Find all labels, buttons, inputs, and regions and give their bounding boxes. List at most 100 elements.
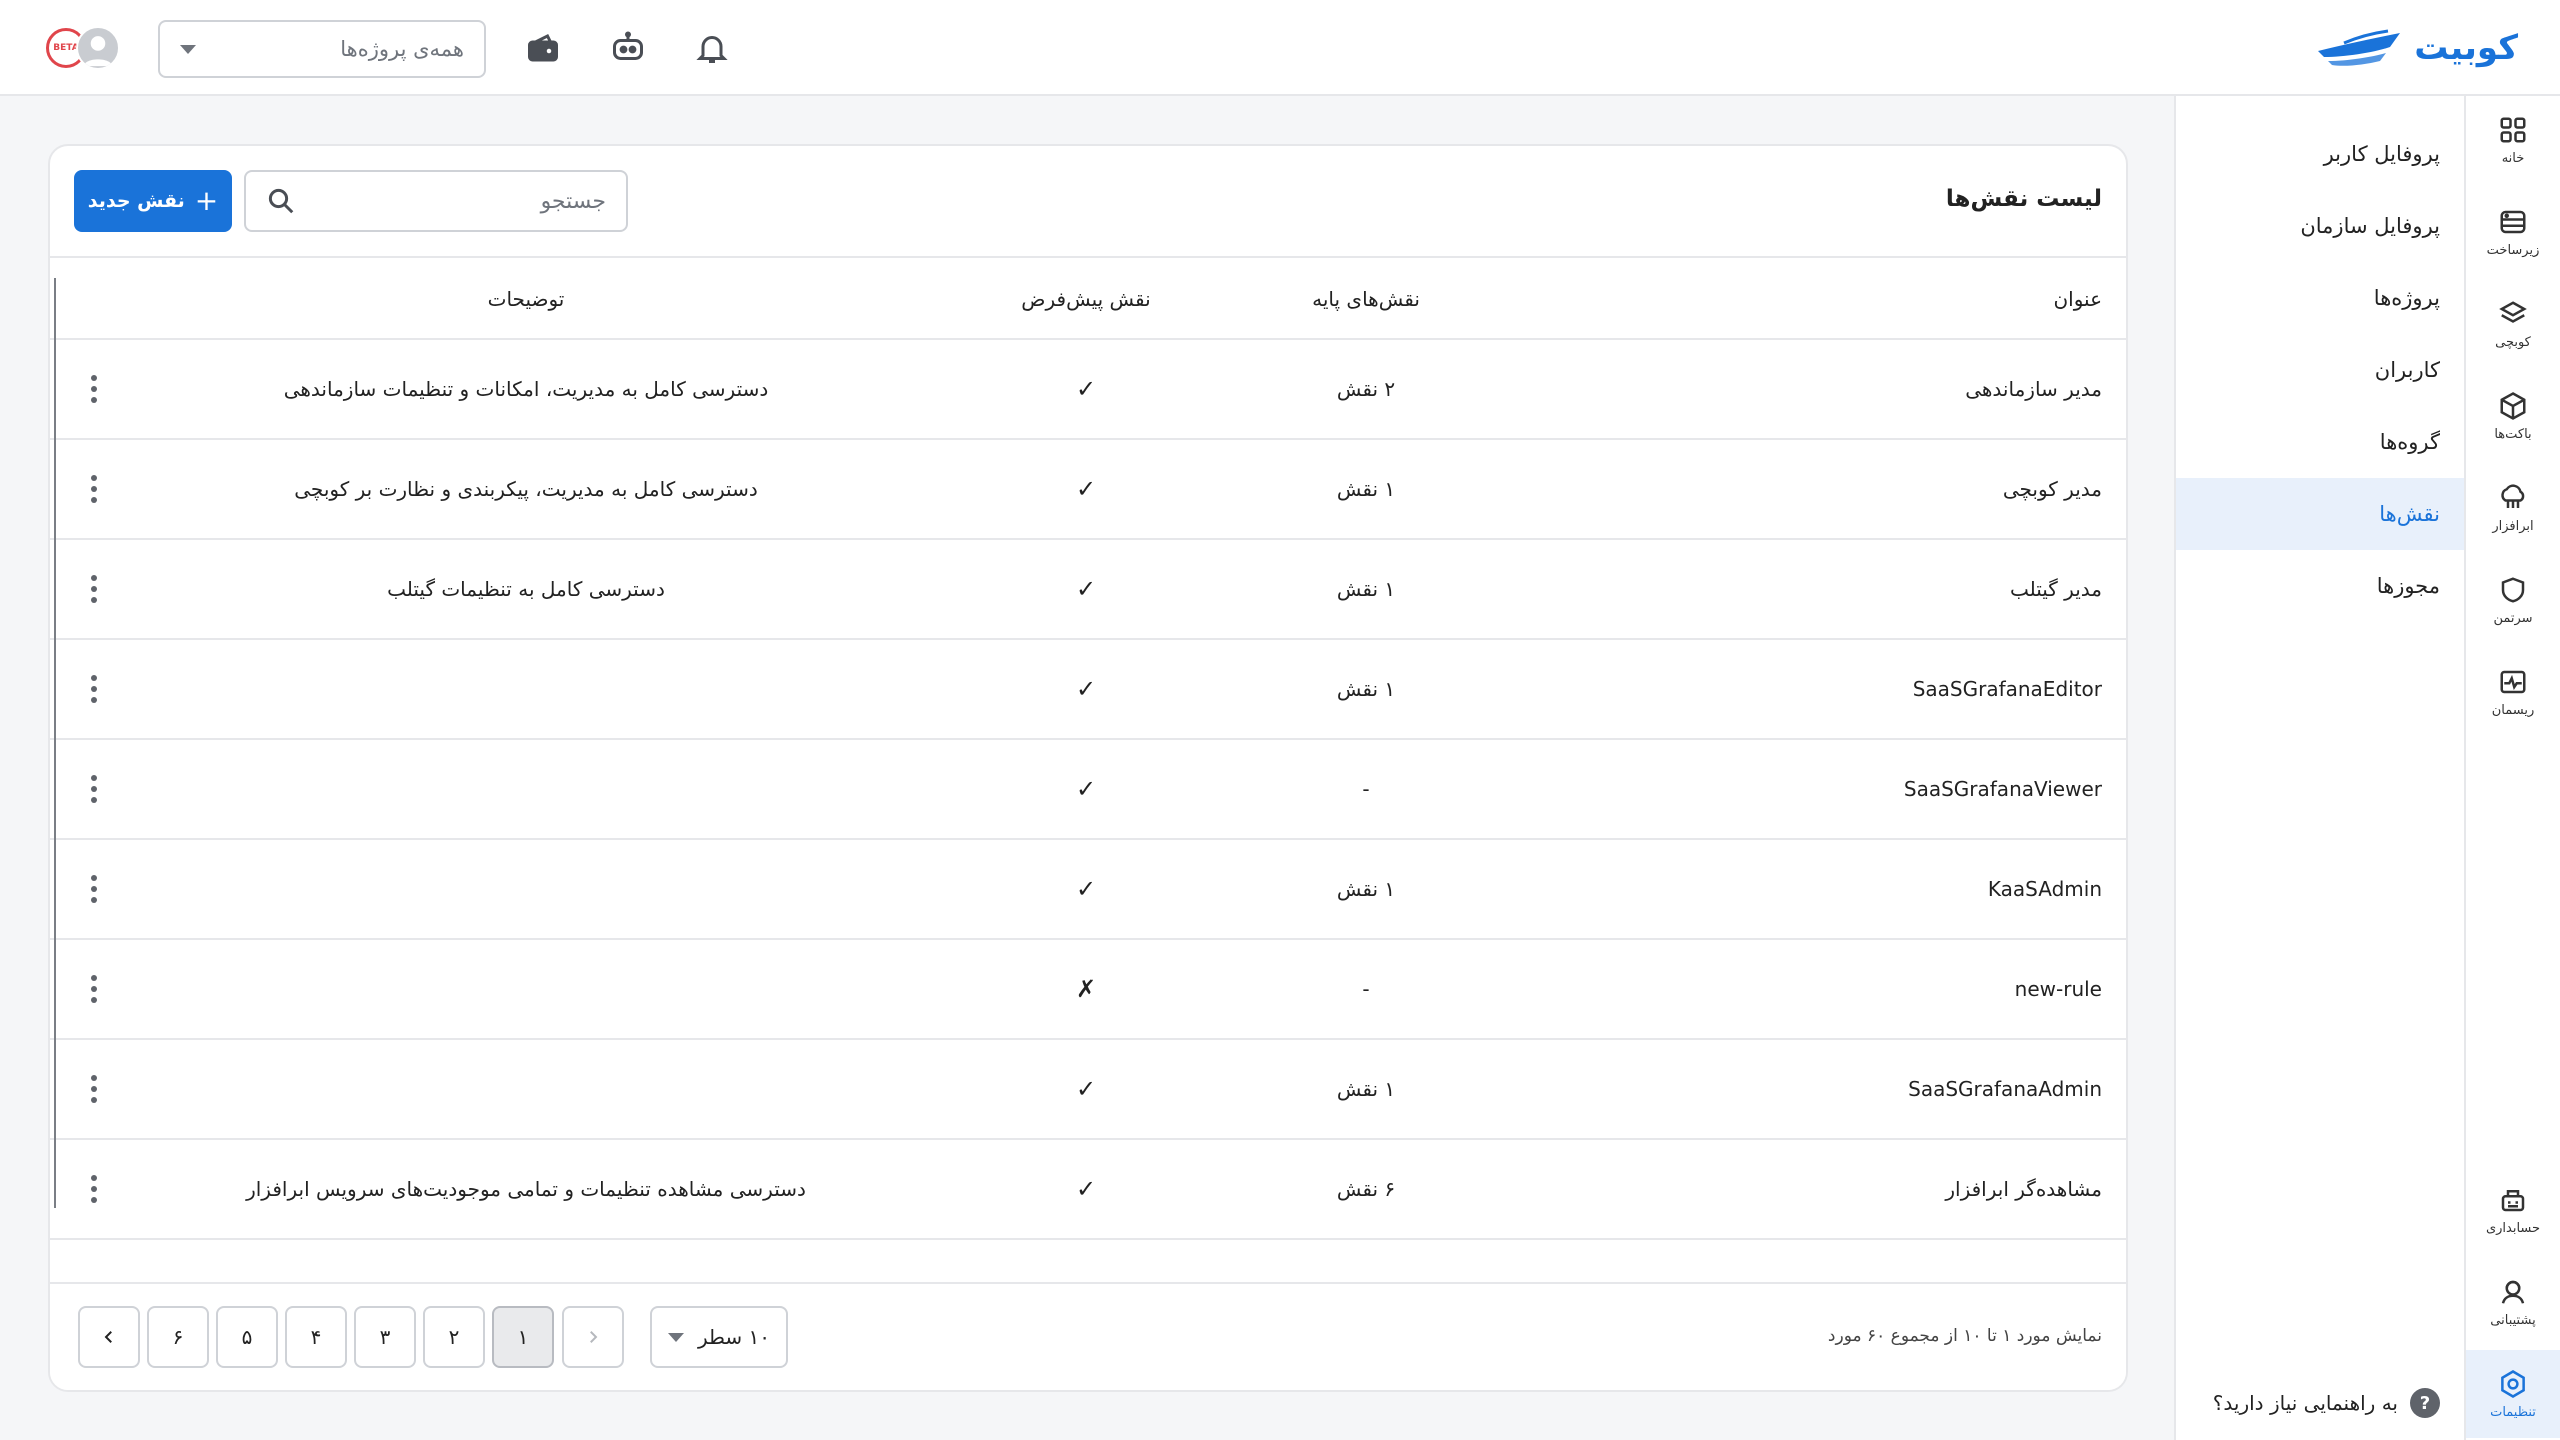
page-button-3[interactable]: ۳	[354, 1306, 416, 1368]
submenu-item-user-profile[interactable]: پروفایل کاربر	[2176, 118, 2464, 190]
table-footer: نمایش مورد ۱ تا ۱۰ از مجموع ۶۰ مورد ۱۰ س…	[50, 1282, 2126, 1390]
rail-item-home[interactable]: خانه	[2466, 96, 2560, 184]
row-description: دسترسی کامل به مدیریت، امکانات و تنظیمات…	[283, 377, 769, 401]
row-description	[166, 840, 886, 938]
table-row[interactable]: مدیر کوبچی ۱ نقش ✓ دسترسی کامل به مدیریت…	[50, 440, 2126, 540]
next-page-button[interactable]	[78, 1306, 140, 1368]
row-base-roles: ۱ نقش	[1336, 877, 1396, 901]
kebab-icon	[91, 675, 97, 703]
brand-logo[interactable]: کوبیت	[2314, 24, 2518, 72]
row-base-roles: ۱ نقش	[1336, 577, 1396, 601]
kebab-icon	[91, 575, 97, 603]
row-default-check: ✓	[1075, 775, 1097, 803]
table-row[interactable]: مدیر گیتلب ۱ نقش ✓ دسترسی کامل به تنظیما…	[50, 540, 2126, 640]
row-description	[166, 740, 886, 838]
row-base-roles: ۲ نقش	[1336, 377, 1396, 401]
row-menu-button[interactable]	[74, 740, 114, 838]
col-title[interactable]: عنوان	[2053, 258, 2102, 340]
settings-submenu: پروفایل کاربر پروفایل سازمان پروژه‌ها کا…	[2174, 96, 2464, 1440]
rail-item-settings[interactable]: تنظیمات	[2466, 1350, 2560, 1438]
row-title: SaaSGrafanaEditor	[1912, 677, 2102, 701]
row-title: مدیر کوبچی	[2002, 477, 2102, 501]
row-title: مدیر گیتلب	[2009, 577, 2102, 601]
cloud-app-icon	[2501, 483, 2525, 508]
row-title: SaaSGrafanaAdmin	[1908, 1077, 2102, 1101]
row-title: KaaSAdmin	[1987, 877, 2102, 901]
prev-page-button[interactable]	[562, 1306, 624, 1368]
row-default-check: ✓	[1075, 875, 1097, 903]
bell-icon[interactable]	[690, 26, 734, 70]
table-row[interactable]: مشاهده‌گر ابرافزار ۶ نقش ✓ دسترسی مشاهده…	[50, 1140, 2126, 1240]
roles-card: لیست نقش‌ها + نقش جدید عنوان نقش‌های پای…	[48, 144, 2128, 1392]
avatar[interactable]	[76, 26, 120, 70]
row-base-roles: ۱ نقش	[1336, 677, 1396, 701]
submenu-item-projects[interactable]: پروژه‌ها	[2176, 262, 2464, 334]
bot-icon[interactable]	[606, 26, 650, 70]
table-row[interactable]: مدیر سازماندهی ۲ نقش ✓ دسترسی کامل به مد…	[50, 340, 2126, 440]
brand-name: کوبیت	[2414, 28, 2518, 68]
row-menu-button[interactable]	[74, 340, 114, 438]
table-row[interactable]: new-rule - ✗	[50, 940, 2126, 1040]
row-menu-button[interactable]	[74, 640, 114, 738]
row-title: new-rule	[2014, 977, 2102, 1001]
search-input[interactable]	[326, 188, 606, 214]
rail-item-infrastructure[interactable]: زیرساخت	[2466, 188, 2560, 276]
page-button-2[interactable]: ۲	[423, 1306, 485, 1368]
row-menu-button[interactable]	[74, 840, 114, 938]
submenu-item-roles[interactable]: نقش‌ها	[2176, 478, 2464, 550]
chevron-down-icon	[180, 44, 196, 54]
new-role-button[interactable]: + نقش جدید	[74, 170, 232, 232]
row-description	[166, 1040, 886, 1138]
table-header: عنوان نقش‌های پایه نقش پیش‌فرض توضیحات	[50, 256, 2126, 340]
chevron-down-icon	[667, 1332, 684, 1342]
help-link[interactable]: ? به راهنمایی نیاز دارید؟	[2213, 1388, 2440, 1418]
table-row[interactable]: KaaSAdmin ۱ نقش ✓	[50, 840, 2126, 940]
billing-icon	[2501, 1189, 2525, 1211]
rail-item-billing[interactable]: حسابداری	[2466, 1166, 2560, 1254]
row-menu-button[interactable]	[74, 1140, 114, 1238]
shield-icon	[2501, 576, 2525, 603]
search-field[interactable]	[244, 170, 628, 232]
rail-item-buckets[interactable]: باکت‌ها	[2466, 372, 2560, 460]
project-select[interactable]: همه‌ی پروژه‌ها	[158, 20, 486, 78]
table-row[interactable]: SaaSGrafanaEditor ۱ نقش ✓	[50, 640, 2126, 740]
row-menu-button[interactable]	[74, 440, 114, 538]
rail-item-risman[interactable]: ریسمان	[2466, 648, 2560, 736]
rail-item-abrafzar[interactable]: ابرافزار	[2466, 464, 2560, 552]
submenu-item-org-profile[interactable]: پروفایل سازمان	[2176, 190, 2464, 262]
submenu-item-permissions[interactable]: مجوزها	[2176, 550, 2464, 622]
row-default-check: ✗	[1075, 975, 1097, 1003]
rows-per-page-select[interactable]: ۱۰ سطر	[650, 1306, 788, 1368]
submenu-item-groups[interactable]: گروه‌ها	[2176, 406, 2464, 478]
row-base-roles: -	[1362, 977, 1370, 1001]
page-button-6[interactable]: ۶	[147, 1306, 209, 1368]
row-menu-button[interactable]	[74, 1040, 114, 1138]
row-menu-button[interactable]	[74, 540, 114, 638]
kebab-icon	[91, 1175, 97, 1203]
wallet-icon[interactable]	[521, 26, 565, 70]
page-button-1[interactable]: ۱	[492, 1306, 554, 1368]
col-description[interactable]: توضیحات	[166, 258, 886, 340]
row-base-roles: ۶ نقش	[1336, 1177, 1396, 1201]
page-button-5[interactable]: ۵	[216, 1306, 278, 1368]
kebab-icon	[91, 875, 97, 903]
table-row[interactable]: SaaSGrafanaViewer - ✓	[50, 740, 2126, 840]
submenu-item-users[interactable]: کاربران	[2176, 334, 2464, 406]
col-base-roles[interactable]: نقش‌های پایه	[1286, 258, 1446, 340]
row-description	[166, 940, 886, 1038]
chevron-right-icon	[590, 1331, 598, 1343]
kebab-icon	[91, 975, 97, 1003]
user-menu[interactable]: BETA	[46, 22, 126, 74]
table-scrollbar[interactable]	[54, 278, 56, 1208]
question-icon: ?	[2410, 1388, 2440, 1418]
table-row[interactable]: SaaSGrafanaAdmin ۱ نقش ✓	[50, 1040, 2126, 1140]
rail-item-kubchi[interactable]: کوبچی	[2466, 280, 2560, 368]
row-menu-button[interactable]	[74, 940, 114, 1038]
search-icon	[268, 188, 294, 214]
page-button-4[interactable]: ۴	[285, 1306, 347, 1368]
col-default-role[interactable]: نقش پیش‌فرض	[1006, 258, 1166, 340]
project-select-value: همه‌ی پروژه‌ها	[340, 37, 464, 61]
row-description	[166, 640, 886, 738]
rail-item-support[interactable]: پشتیبانی	[2466, 1258, 2560, 1346]
rail-item-sartaman[interactable]: سرتمن	[2466, 556, 2560, 644]
